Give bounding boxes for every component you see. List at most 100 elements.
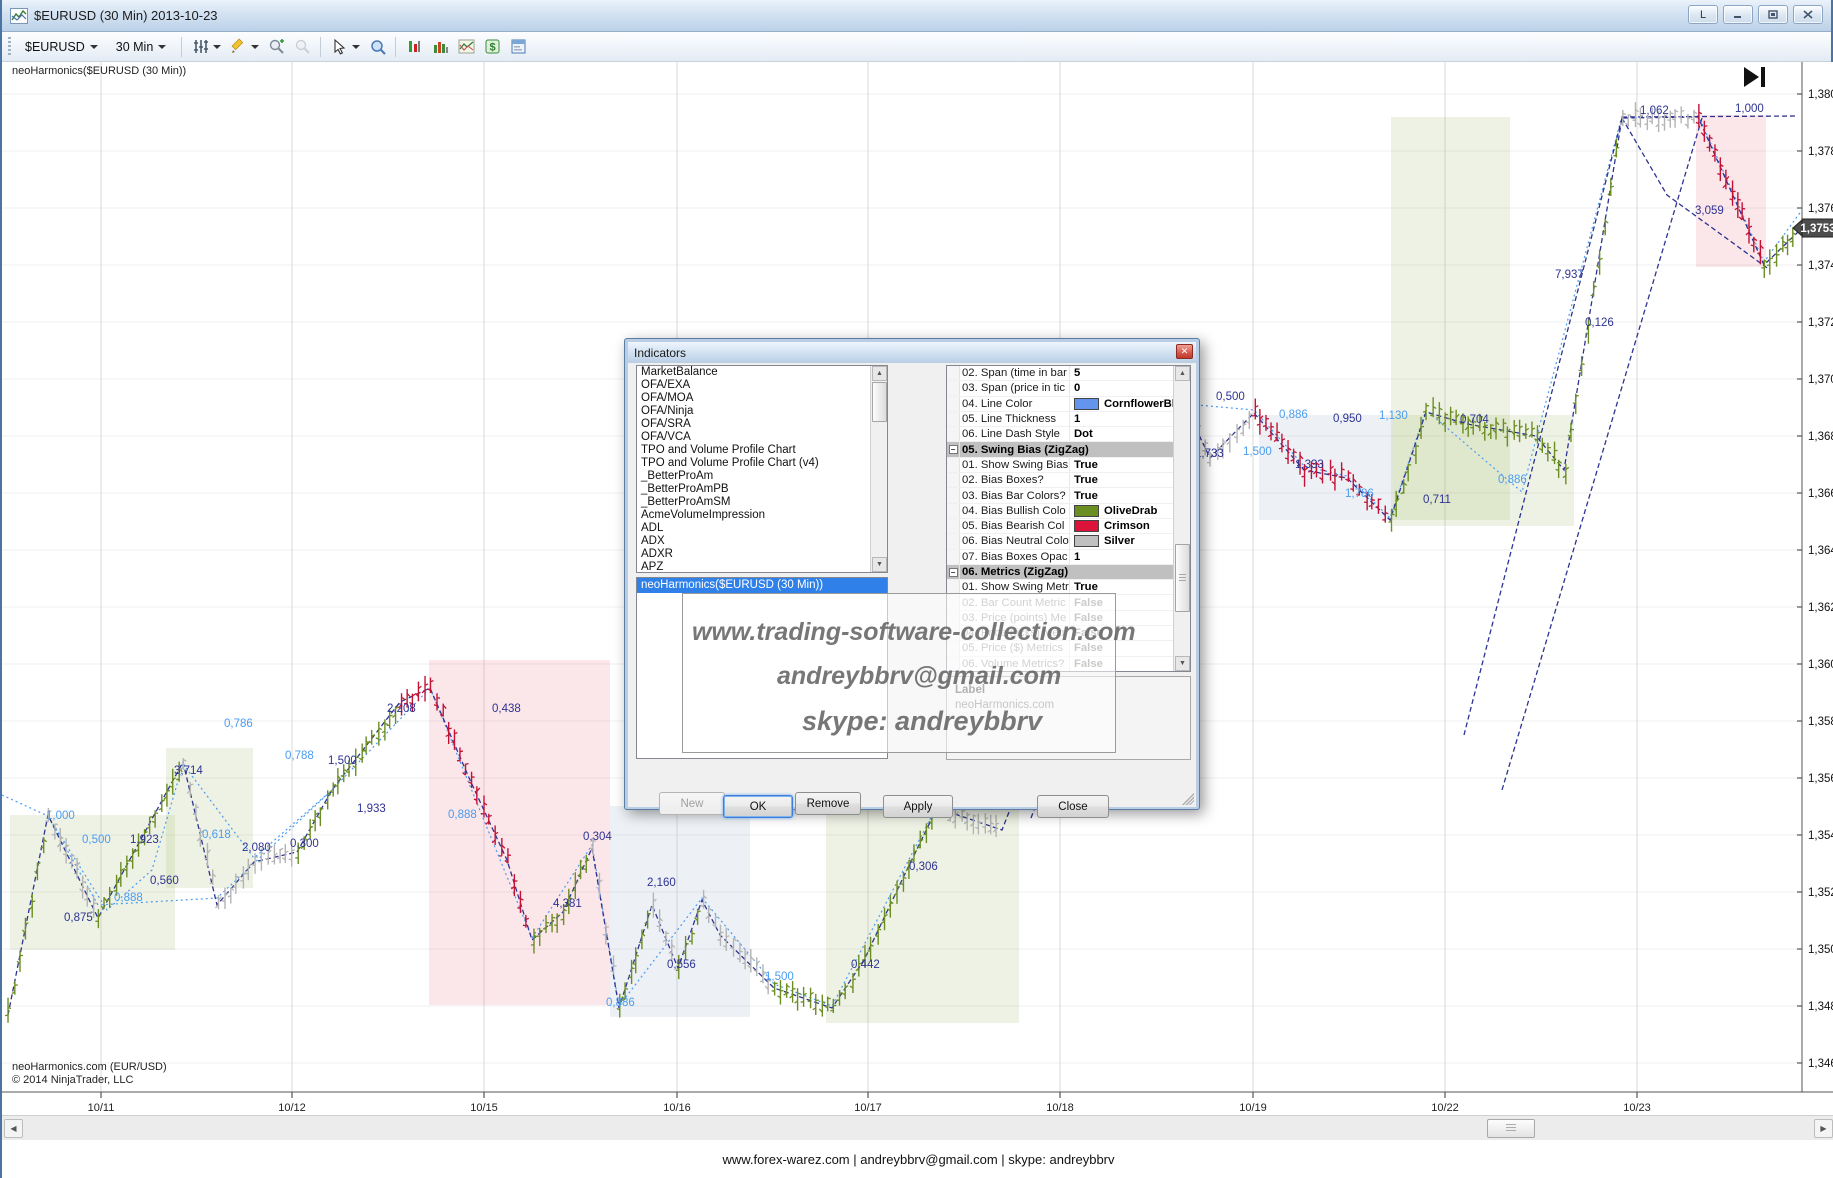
property-value[interactable]: 5 — [1070, 367, 1174, 379]
property-row[interactable]: 03. Bias Bar Colors?True — [947, 488, 1174, 503]
svg-text:0,888: 0,888 — [448, 809, 477, 821]
list-item[interactable]: APZ — [637, 561, 887, 573]
property-row[interactable]: 07. Bias Boxes Opac1 — [947, 550, 1174, 565]
scroll-up-icon[interactable]: ▲ — [1175, 366, 1190, 381]
list-item[interactable]: ADL — [637, 522, 887, 535]
zoom-in-icon[interactable] — [264, 35, 288, 59]
property-row[interactable]: 02. Span (time in bar5 — [947, 366, 1174, 381]
list-item[interactable]: ADX — [637, 535, 887, 548]
instrument-label: $EURUSD — [25, 40, 85, 54]
data-box-icon[interactable] — [365, 35, 389, 59]
volume-bars-icon[interactable] — [428, 35, 452, 59]
horizontal-scrollbar[interactable]: ◀ ▶ — [2, 1115, 1833, 1140]
property-row[interactable]: 06. Line Dash StyleDot — [947, 427, 1174, 442]
svg-text:0,500: 0,500 — [82, 834, 111, 846]
interval-dropdown[interactable]: 30 Min — [108, 36, 175, 58]
chevron-down-icon[interactable] — [213, 45, 221, 49]
scrollbar-thumb[interactable] — [872, 382, 887, 422]
property-value[interactable]: OliveDrab — [1070, 505, 1174, 517]
property-value[interactable]: True — [1070, 474, 1174, 486]
property-value[interactable]: True — [1070, 459, 1174, 471]
dialog-close-icon[interactable]: ✕ — [1176, 344, 1193, 359]
property-value[interactable]: True — [1070, 490, 1174, 502]
property-category-row[interactable]: −05. Swing Bias (ZigZag) — [947, 442, 1174, 457]
property-row[interactable]: 04. Line ColorCornflowerBlue — [947, 397, 1174, 412]
list-item[interactable]: OFA/EXA — [637, 379, 887, 392]
list-item[interactable]: TPO and Volume Profile Chart (v4) — [637, 457, 887, 470]
property-value[interactable]: 1 — [1070, 551, 1174, 563]
scrollbar-thumb[interactable] — [1175, 544, 1190, 612]
property-value[interactable]: True — [1070, 581, 1174, 593]
scroll-down-icon[interactable]: ▼ — [872, 557, 887, 572]
available-indicators-list[interactable]: MarketBalanceOFA/EXAOFA/MOAOFA/NinjaOFA/… — [636, 365, 888, 573]
list-item[interactable]: OFA/Ninja — [637, 405, 887, 418]
svg-text:1,786: 1,786 — [1345, 488, 1374, 500]
grid-scrollbar[interactable]: ▲ ▼ — [1173, 366, 1190, 671]
link-window-button[interactable]: L — [1688, 5, 1718, 24]
scroll-down-icon[interactable]: ▼ — [1175, 656, 1190, 671]
property-value[interactable]: Silver — [1070, 535, 1174, 547]
maximize-icon[interactable] — [1758, 5, 1788, 24]
property-row[interactable]: 04. Bias Bullish ColoOliveDrab — [947, 504, 1174, 519]
instrument-dropdown[interactable]: $EURUSD — [17, 36, 106, 58]
property-row[interactable]: 01. Show Swing BiasTrue — [947, 458, 1174, 473]
list-item[interactable]: _BetterProAmPB — [637, 483, 887, 496]
chevron-down-icon[interactable] — [251, 45, 259, 49]
list-item[interactable]: AcmeVolumeImpression — [637, 509, 887, 522]
dialog-titlebar[interactable]: Indicators ✕ — [628, 342, 1196, 363]
property-value[interactable]: 0 — [1070, 382, 1174, 394]
scroll-up-icon[interactable]: ▲ — [872, 366, 887, 381]
list-item[interactable]: OFA/MOA — [637, 392, 887, 405]
scrollbar-thumb[interactable] — [1487, 1119, 1535, 1138]
svg-text:10/22: 10/22 — [1431, 1102, 1459, 1114]
property-value[interactable]: Dot — [1070, 428, 1174, 440]
dialog-resize-grip[interactable] — [1182, 793, 1194, 805]
list-item[interactable]: MarketBalance — [637, 366, 887, 379]
mini-chart-icon[interactable] — [454, 35, 478, 59]
property-row[interactable]: 05. Bias Bearish ColCrimson — [947, 519, 1174, 534]
indicator-label: neoHarmonics($EURUSD (30 Min)) — [12, 65, 186, 77]
scroll-left-icon[interactable]: ◀ — [4, 1119, 23, 1138]
remove-button[interactable]: Remove — [795, 792, 861, 815]
collapse-icon[interactable]: − — [949, 568, 958, 577]
draw-pencil-icon[interactable] — [226, 35, 250, 59]
property-row[interactable]: 06. Bias Neutral ColoSilver — [947, 534, 1174, 549]
property-category-row[interactable]: −06. Metrics (ZigZag) — [947, 565, 1174, 580]
close-button[interactable]: Close — [1037, 795, 1109, 818]
list-item[interactable]: _BetterProAm — [637, 470, 887, 483]
list-item[interactable]: _BetterProAmSM — [637, 496, 887, 509]
property-row[interactable]: 03. Span (price in tic0 — [947, 381, 1174, 396]
property-row[interactable]: 05. Line Thickness1 — [947, 412, 1174, 427]
apply-button[interactable]: Apply — [883, 795, 953, 818]
chart-style-icon[interactable] — [188, 35, 212, 59]
property-value[interactable]: Crimson — [1070, 520, 1174, 532]
account-dollar-icon[interactable]: $ — [480, 35, 504, 59]
svg-text:10/16: 10/16 — [663, 1102, 691, 1114]
property-value[interactable]: CornflowerBlue — [1070, 398, 1174, 410]
property-value[interactable]: 1 — [1070, 413, 1174, 425]
cursor-icon[interactable] — [327, 35, 351, 59]
list-item[interactable]: OFA/VCA — [637, 431, 887, 444]
chevron-down-icon[interactable] — [352, 45, 360, 49]
watermark-skype: skype: andreybbrv — [802, 706, 1042, 737]
svg-text:10/23: 10/23 — [1623, 1102, 1651, 1114]
list-item[interactable]: ADXR — [637, 548, 887, 561]
output-window-icon[interactable] — [506, 35, 530, 59]
ok-button[interactable]: OK — [723, 795, 793, 818]
close-icon[interactable] — [1793, 5, 1823, 24]
list-item[interactable]: TPO and Volume Profile Chart — [637, 444, 887, 457]
list-scrollbar[interactable]: ▲ ▼ — [870, 366, 887, 572]
scroll-right-icon[interactable]: ▶ — [1814, 1119, 1833, 1138]
svg-text:1,3540: 1,3540 — [1808, 830, 1833, 842]
collapse-icon[interactable]: − — [949, 445, 958, 454]
minimize-icon[interactable] — [1723, 5, 1753, 24]
selected-indicator-item[interactable]: neoHarmonics($EURUSD (30 Min)) — [637, 578, 887, 593]
list-item[interactable]: OFA/SRA — [637, 418, 887, 431]
svg-text:10/18: 10/18 — [1046, 1102, 1074, 1114]
new-button[interactable]: New — [659, 792, 725, 815]
market-analyzer-icon[interactable] — [402, 35, 426, 59]
svg-text:0,500: 0,500 — [1216, 391, 1245, 403]
svg-text:3,714: 3,714 — [174, 765, 203, 777]
toolbar-grip[interactable] — [8, 37, 11, 57]
property-row[interactable]: 02. Bias Boxes?True — [947, 473, 1174, 488]
